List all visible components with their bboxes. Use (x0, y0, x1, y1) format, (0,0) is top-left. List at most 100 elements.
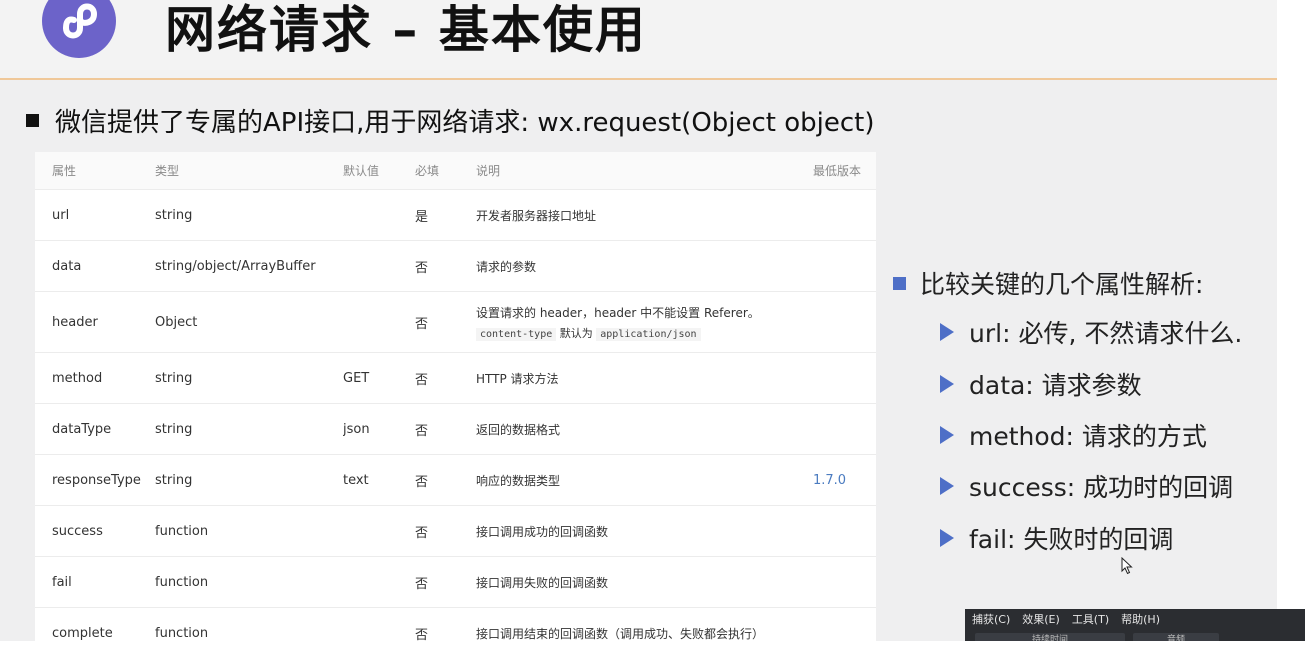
cell-prop: complete (35, 608, 155, 652)
table-row: dataType string json 否 返回的数据格式 (35, 404, 876, 455)
cell-default (343, 292, 415, 353)
column-header-version: 最低版本 (813, 152, 876, 190)
recorder-menu-bar: 捕获(C) 效果(E) 工具(T) 帮助(H) (965, 609, 1305, 627)
cell-required: 否 (415, 241, 476, 292)
cell-desc: 开发者服务器接口地址 (476, 190, 813, 241)
square-bullet-icon (893, 277, 906, 290)
subtitle-row: 微信提供了专属的API接口,用于网络请求: wx.request(Object … (26, 102, 875, 139)
cell-desc: 接口调用成功的回调函数 (476, 506, 813, 557)
cell-default: GET (343, 353, 415, 404)
key-attribute-item: fail: 失败时的回调 (940, 520, 1173, 556)
cell-required: 否 (415, 557, 476, 608)
column-header-type: 类型 (155, 152, 343, 190)
column-header-prop: 属性 (35, 152, 155, 190)
desc-line: 设置请求的 header，header 中不能设置 Referer。 (476, 304, 813, 321)
cell-required: 否 (415, 608, 476, 652)
cell-type: function (155, 608, 343, 652)
cell-prop: responseType (35, 455, 155, 506)
cell-prop: fail (35, 557, 155, 608)
cell-required: 否 (415, 455, 476, 506)
key-attribute-item: method: 请求的方式 (940, 417, 1207, 453)
arrow-bullet-icon (940, 323, 954, 341)
cell-default: text (343, 455, 415, 506)
desc-mid-text: 默认为 (560, 327, 593, 340)
key-attribute-item: success: 成功时的回调 (940, 468, 1233, 504)
menu-help[interactable]: 帮助(H) (1121, 611, 1160, 627)
key-attribute-item: url: 必传, 不然请求什么. (940, 314, 1242, 350)
mini-program-logo-icon (42, 0, 116, 58)
cell-default: json (343, 404, 415, 455)
menu-effects[interactable]: 效果(E) (1022, 611, 1060, 627)
cell-default (343, 506, 415, 557)
cell-prop: data (35, 241, 155, 292)
table-row: url string 是 开发者服务器接口地址 (35, 190, 876, 241)
duration-label[interactable]: 持续时间 (975, 633, 1125, 641)
table-row: fail function 否 接口调用失败的回调函数 (35, 557, 876, 608)
cell-type: string (155, 190, 343, 241)
cell-version: 1.7.0 (813, 455, 876, 506)
api-attribute-table: 属性 类型 默认值 必填 说明 最低版本 url string 是 开发者服务器… (35, 152, 876, 652)
cell-desc: 设置请求的 header，header 中不能设置 Referer。 conte… (476, 292, 813, 353)
cell-required: 是 (415, 190, 476, 241)
column-header-default: 默认值 (343, 152, 415, 190)
cell-version (813, 353, 876, 404)
code-application-json: application/json (596, 328, 700, 341)
menu-capture[interactable]: 捕获(C) (972, 611, 1010, 627)
cell-required: 否 (415, 506, 476, 557)
cell-prop: method (35, 353, 155, 404)
cell-type: Object (155, 292, 343, 353)
cell-version (813, 506, 876, 557)
cell-required: 否 (415, 404, 476, 455)
cell-prop: dataType (35, 404, 155, 455)
title-bar: 网络请求 – 基本使用 (0, 0, 1277, 80)
menu-tools[interactable]: 工具(T) (1072, 611, 1109, 627)
cell-prop: header (35, 292, 155, 353)
key-attribute-text: fail: 失败时的回调 (969, 520, 1173, 556)
cell-default (343, 608, 415, 652)
cell-default (343, 190, 415, 241)
cell-desc: 接口调用结束的回调函数（调用成功、失败都会执行） (476, 608, 813, 652)
cell-type: string (155, 455, 343, 506)
key-attributes-title: 比较关键的几个属性解析: (920, 265, 1203, 301)
cell-type: function (155, 557, 343, 608)
recorder-toolbar: 捕获(C) 效果(E) 工具(T) 帮助(H) 持续时间 音频 (965, 609, 1305, 641)
cell-type: string (155, 353, 343, 404)
slide-canvas: 网络请求 – 基本使用 微信提供了专属的API接口,用于网络请求: wx.req… (0, 0, 1277, 641)
cell-version (813, 404, 876, 455)
cell-type: string/object/ArrayBuffer (155, 241, 343, 292)
cell-default (343, 557, 415, 608)
key-attribute-text: method: 请求的方式 (969, 417, 1207, 453)
cell-desc: HTTP 请求方法 (476, 353, 813, 404)
table-header-row: 属性 类型 默认值 必填 说明 最低版本 (35, 152, 876, 190)
table-row: complete function 否 接口调用结束的回调函数（调用成功、失败都… (35, 608, 876, 652)
square-bullet-icon (26, 114, 39, 127)
table-row: data string/object/ArrayBuffer 否 请求的参数 (35, 241, 876, 292)
column-header-desc: 说明 (476, 152, 813, 190)
code-content-type: content-type (476, 328, 556, 341)
cell-desc: 返回的数据格式 (476, 404, 813, 455)
cell-version (813, 608, 876, 652)
cell-prop: success (35, 506, 155, 557)
mouse-cursor-icon (1121, 557, 1133, 579)
slide-subtitle: 微信提供了专属的API接口,用于网络请求: wx.request(Object … (55, 102, 875, 139)
desc-line-2: content-type 默认为 application/json (476, 325, 813, 341)
cell-required: 否 (415, 292, 476, 353)
table-row: header Object 否 设置请求的 header，header 中不能设… (35, 292, 876, 353)
cell-desc: 请求的参数 (476, 241, 813, 292)
cell-desc: 接口调用失败的回调函数 (476, 557, 813, 608)
key-attribute-text: url: 必传, 不然请求什么. (969, 314, 1242, 350)
table-row: success function 否 接口调用成功的回调函数 (35, 506, 876, 557)
arrow-bullet-icon (940, 477, 954, 495)
cell-default (343, 241, 415, 292)
cell-version (813, 241, 876, 292)
cell-type: function (155, 506, 343, 557)
cell-type: string (155, 404, 343, 455)
cell-required: 否 (415, 353, 476, 404)
slide-title: 网络请求 – 基本使用 (165, 0, 647, 62)
key-attribute-text: success: 成功时的回调 (969, 468, 1233, 504)
cell-version (813, 292, 876, 353)
arrow-bullet-icon (940, 375, 954, 393)
audio-label[interactable]: 音频 (1133, 633, 1219, 641)
arrow-bullet-icon (940, 529, 954, 547)
cell-version (813, 190, 876, 241)
